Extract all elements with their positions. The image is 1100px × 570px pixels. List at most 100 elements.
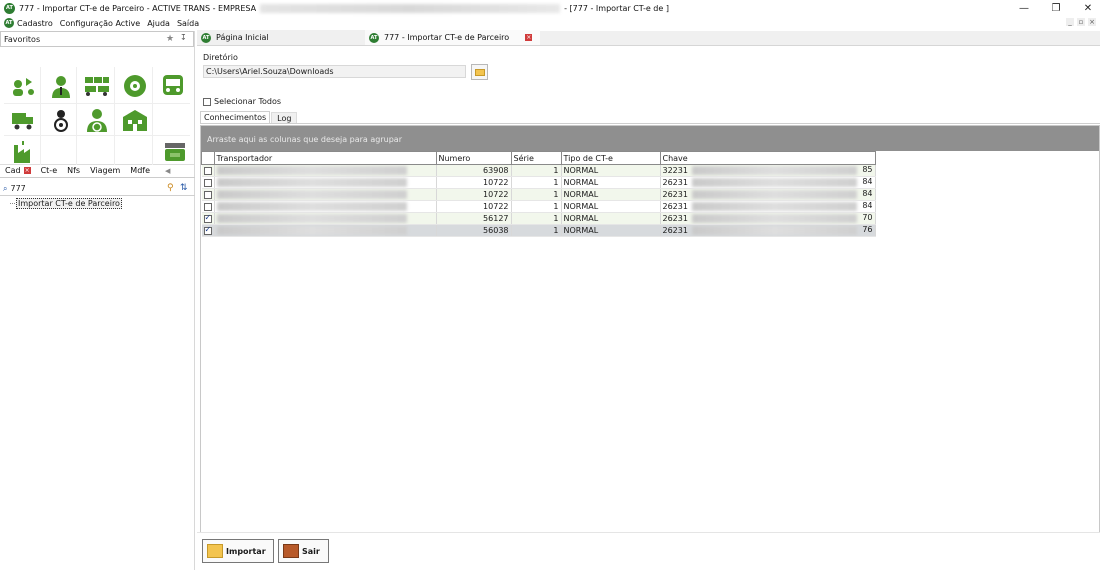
column-header-select[interactable]: [201, 151, 215, 165]
mdi-close-button[interactable]: ×: [1088, 18, 1096, 26]
exit-button[interactable]: Sair: [278, 539, 329, 563]
driver-icon[interactable]: [84, 107, 110, 133]
row-checkbox[interactable]: [203, 225, 212, 235]
row-checkbox[interactable]: [203, 178, 212, 187]
favorites-label: Favoritos: [4, 34, 41, 44]
tab-viagem[interactable]: Viagem: [85, 166, 125, 175]
row-checkbox[interactable]: [203, 190, 212, 199]
close-button[interactable]: ✕: [1082, 3, 1094, 14]
menu-configuracao[interactable]: Configuração Active: [60, 19, 140, 28]
browse-folder-button[interactable]: [471, 64, 488, 80]
tab-conhecimentos[interactable]: Conhecimentos: [200, 111, 271, 123]
tab-cad-label: Cad: [5, 166, 21, 175]
import-button[interactable]: Importar: [202, 539, 274, 563]
mdi-minimize-button[interactable]: _: [1066, 18, 1074, 26]
tab-pagina-inicial[interactable]: AT Página Inicial: [197, 30, 365, 45]
checkbox[interactable]: [203, 97, 211, 106]
tree-item[interactable]: Importar CT-e de Parceiro: [10, 198, 122, 209]
row-checkbox[interactable]: [203, 202, 212, 211]
cell-tipo: NORMAL: [561, 212, 661, 225]
table-row[interactable]: 10722 1 NORMAL 26231 84: [201, 200, 876, 213]
mdi-restore-button[interactable]: ▫: [1077, 18, 1085, 26]
chave-end: 76: [862, 225, 873, 234]
steering-wheel-icon[interactable]: [48, 107, 74, 133]
chave-end: 85: [862, 165, 873, 174]
person-icon[interactable]: [48, 73, 74, 99]
tab-cte[interactable]: Ct-e: [36, 166, 63, 175]
table-row[interactable]: 560381NORMAL26231 76: [201, 224, 876, 237]
table-row[interactable]: 561271NORMAL26231 70: [201, 212, 876, 225]
group-hint: Arraste aqui as colunas que deseja para …: [207, 135, 402, 144]
favorites-grid: [0, 47, 194, 165]
table-row[interactable]: 10722 1 NORMAL 26231 84: [201, 176, 876, 189]
tree-item-label[interactable]: Importar CT-e de Parceiro: [16, 198, 122, 209]
tab-mdfe[interactable]: Mdfe: [125, 166, 155, 175]
redacted-text: [691, 166, 857, 175]
cell-transportador: [214, 224, 437, 237]
cell-transportador: [214, 200, 437, 213]
fleet-icon[interactable]: [84, 73, 110, 99]
tree-connector: [10, 203, 15, 204]
tab-logo-icon: AT: [369, 32, 379, 43]
menu-logo-icon: AT: [4, 18, 14, 28]
clear-brush-icon[interactable]: ⚲: [167, 183, 174, 193]
menu-search: ⌕ 777 ⚲ ⇅: [0, 182, 195, 196]
column-header-numero[interactable]: Numero: [435, 151, 512, 165]
column-header-transportador[interactable]: Transportador: [213, 151, 437, 165]
column-header-tipo[interactable]: Tipo de CT-e: [560, 151, 661, 165]
star-icon[interactable]: ★: [166, 34, 174, 44]
menu-cadastro[interactable]: Cadastro: [17, 19, 53, 28]
cell-chave: 26231 76: [660, 224, 876, 237]
row-checkbox-cell[interactable]: [201, 164, 215, 177]
column-header-chave[interactable]: Chave: [659, 151, 876, 165]
directory-input[interactable]: C:\Users\Ariel.Souza\Downloads: [203, 65, 466, 78]
warehouse-icon[interactable]: [122, 107, 148, 133]
table-row[interactable]: 63908 1 NORMAL 32231 85: [201, 164, 876, 177]
chave-start: 26231: [662, 190, 688, 199]
redacted-title: [260, 3, 561, 13]
row-checkbox-cell[interactable]: [201, 188, 215, 201]
data-grid: Arraste aqui as colunas que deseja para …: [200, 125, 1100, 533]
row-checkbox-cell[interactable]: [201, 176, 215, 189]
sort-icon[interactable]: ⇅: [180, 183, 188, 193]
chave-start: 26231: [662, 226, 688, 235]
exit-door-icon: [283, 544, 299, 558]
scroll-left-icon[interactable]: ◀: [165, 167, 170, 175]
user-add-icon[interactable]: [10, 73, 36, 99]
group-panel[interactable]: Arraste aqui as colunas que deseja para …: [201, 126, 1099, 151]
close-icon[interactable]: ×: [525, 34, 533, 41]
cell-chave: 32231 85: [660, 164, 876, 177]
restore-button[interactable]: ❐: [1050, 3, 1062, 14]
tab-importar-cte[interactable]: AT 777 - Importar CT-e de Parceiro ×: [365, 30, 540, 45]
app-logo-icon: AT: [4, 2, 15, 14]
search-input[interactable]: 777: [10, 184, 25, 193]
chave-start: 26231: [662, 178, 688, 187]
tab-nfs[interactable]: Nfs: [62, 166, 85, 175]
directory-label: Diretório: [203, 53, 238, 62]
close-icon[interactable]: ×: [23, 167, 31, 174]
pin-icon[interactable]: ↧: [180, 33, 187, 42]
row-checkbox-cell[interactable]: [201, 212, 215, 225]
column-header-serie[interactable]: Série: [510, 151, 562, 165]
row-checkbox[interactable]: [203, 213, 212, 223]
row-checkbox-cell[interactable]: [201, 224, 215, 237]
menu-ajuda[interactable]: Ajuda: [147, 19, 170, 28]
tab-cad[interactable]: Cad ×: [0, 166, 36, 175]
truck-icon[interactable]: [10, 107, 36, 133]
cell-chave: 26231 70: [660, 212, 876, 225]
mdi-controls: _ ▫ ×: [1066, 18, 1096, 26]
cash-register-icon[interactable]: [162, 139, 188, 165]
row-checkbox-cell[interactable]: [201, 200, 215, 213]
tab-log[interactable]: Log: [271, 112, 298, 123]
window-title-suffix: - [777 - Importar CT-e de ]: [564, 3, 669, 13]
menu-saida[interactable]: Saída: [177, 19, 199, 28]
cell-tipo: NORMAL: [561, 200, 661, 213]
select-all-checkbox[interactable]: Selecionar Todos: [203, 97, 281, 106]
row-checkbox[interactable]: [203, 166, 212, 175]
factory-icon[interactable]: [10, 139, 36, 165]
table-row[interactable]: 10722 1 NORMAL 26231 84: [201, 188, 876, 201]
bus-icon[interactable]: [160, 73, 186, 99]
tire-icon[interactable]: [122, 73, 148, 99]
minimize-button[interactable]: —: [1018, 3, 1030, 14]
chave-end: 84: [862, 177, 873, 186]
